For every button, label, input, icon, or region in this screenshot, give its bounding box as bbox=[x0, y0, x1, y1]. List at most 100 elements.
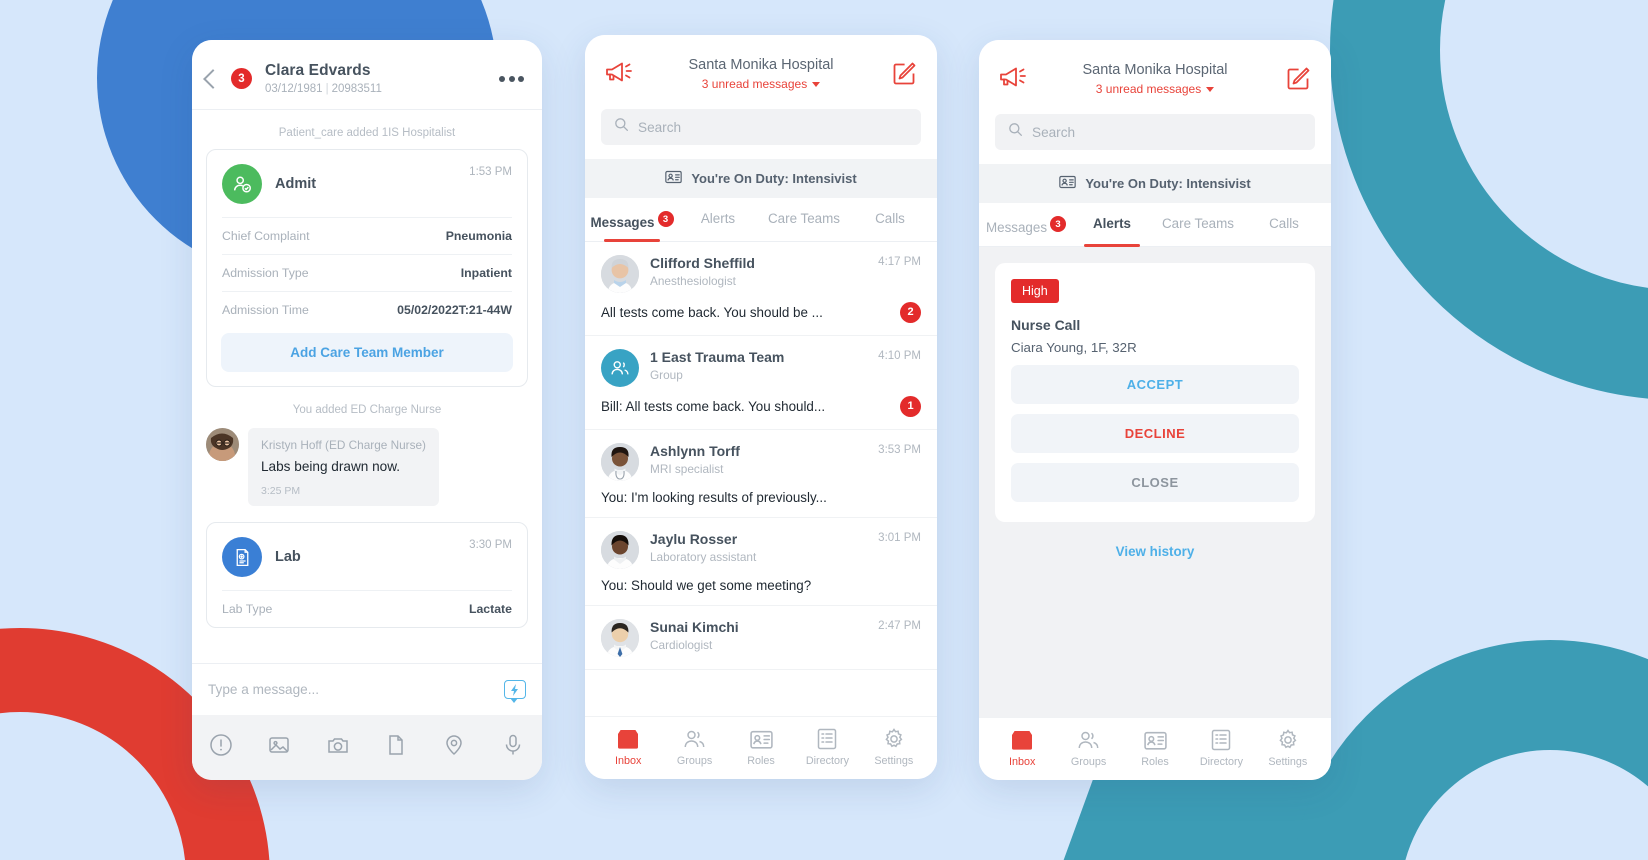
search-icon bbox=[1008, 122, 1023, 142]
on-duty-banner[interactable]: You're On Duty: Intensivist bbox=[979, 164, 1331, 203]
nav-label: Directory bbox=[805, 755, 850, 767]
search-placeholder: Search bbox=[1032, 124, 1076, 140]
patient-meta: Clara Edvards 03/12/1981 | 20983511 bbox=[265, 62, 490, 95]
announcement-megaphone-icon[interactable] bbox=[997, 64, 1027, 97]
message-composer[interactable]: Type a message... bbox=[192, 663, 542, 715]
admit-row-admission-type: Admission Type Inpatient bbox=[222, 254, 512, 291]
microphone-icon[interactable] bbox=[501, 733, 525, 762]
list-item[interactable]: Clifford Sheffild Anesthesiologist 4:17 … bbox=[585, 242, 937, 336]
group-avatar-icon bbox=[601, 348, 639, 387]
unread-count-badge: 1 bbox=[900, 395, 921, 417]
contact-name: Ashlynn Torff bbox=[650, 442, 740, 459]
avatar bbox=[601, 442, 639, 481]
back-chevron-icon[interactable] bbox=[203, 68, 223, 89]
close-button[interactable]: CLOSE bbox=[1011, 462, 1299, 502]
more-options-icon[interactable] bbox=[499, 75, 524, 82]
nav-item-settings[interactable]: Settings bbox=[861, 727, 927, 767]
add-care-team-member-button[interactable]: Add Care Team Member bbox=[221, 333, 513, 372]
list-item[interactable]: Jaylu Rosser Laboratory assistant 3:01 P… bbox=[585, 518, 937, 606]
camera-icon[interactable] bbox=[326, 733, 350, 762]
nav-label: Groups bbox=[1070, 756, 1107, 768]
search-icon bbox=[614, 117, 629, 137]
compose-message-button[interactable] bbox=[1283, 64, 1313, 97]
tab-calls[interactable]: Calls bbox=[847, 198, 933, 241]
tab-care-teams[interactable]: Care Teams bbox=[761, 198, 847, 241]
message-time: 3:01 PM bbox=[878, 531, 921, 544]
directory-list-icon bbox=[1188, 728, 1254, 752]
nav-item-inbox[interactable]: Inbox bbox=[989, 728, 1055, 768]
tab-label: Messages bbox=[590, 214, 655, 230]
lab-card-title: Lab bbox=[275, 549, 301, 566]
announcement-megaphone-icon[interactable] bbox=[603, 59, 633, 92]
compose-message-button[interactable] bbox=[889, 59, 919, 92]
nav-item-directory[interactable]: Directory bbox=[794, 727, 860, 767]
document-icon[interactable] bbox=[384, 733, 408, 762]
row-key: Admission Time bbox=[222, 303, 309, 317]
unread-messages-label: 3 unread messages bbox=[1095, 82, 1202, 96]
alert-detail: Ciara Young, 1F, 32R bbox=[1011, 339, 1137, 355]
unread-messages-dropdown[interactable]: 3 unread messages bbox=[1095, 82, 1215, 96]
contact-name: Clifford Sheffild bbox=[650, 254, 755, 271]
search-input[interactable]: Search bbox=[601, 109, 921, 145]
avatar bbox=[601, 618, 639, 657]
on-duty-label: You're On Duty: Intensivist bbox=[691, 171, 857, 186]
tab-alerts[interactable]: Alerts bbox=[675, 198, 761, 241]
row-value: Inpatient bbox=[460, 266, 512, 280]
groups-icon bbox=[661, 727, 727, 751]
nav-item-settings[interactable]: Settings bbox=[1255, 728, 1321, 768]
nav-item-groups[interactable]: Groups bbox=[1055, 728, 1121, 768]
tab-messages[interactable]: Messages 3 bbox=[983, 203, 1069, 246]
unread-messages-dropdown[interactable]: 3 unread messages bbox=[702, 77, 821, 91]
nav-item-inbox[interactable]: Inbox bbox=[595, 727, 661, 767]
list-item-header: Sunai Kimchi Cardiologist 2:47 PM bbox=[601, 618, 921, 657]
nav-item-directory[interactable]: Directory bbox=[1188, 728, 1254, 768]
nav-label: Settings bbox=[1268, 756, 1308, 768]
alert-circle-icon[interactable] bbox=[209, 733, 233, 762]
row-key: Lab Type bbox=[222, 602, 273, 617]
image-icon[interactable] bbox=[267, 733, 291, 762]
message-time: 4:10 PM bbox=[878, 349, 921, 362]
groups-icon bbox=[1055, 728, 1121, 752]
message-input[interactable]: Type a message... bbox=[208, 682, 496, 697]
admit-card-header: Admit 1:53 PM bbox=[222, 164, 512, 217]
nav-item-roles[interactable]: Roles bbox=[728, 727, 794, 767]
patient-dob: 03/12/1981 bbox=[265, 83, 323, 95]
accept-button[interactable]: ACCEPT bbox=[1011, 364, 1299, 404]
avatar bbox=[601, 530, 639, 569]
lab-card-time: 3:30 PM bbox=[469, 539, 512, 552]
nav-label: Groups bbox=[676, 755, 713, 767]
admit-row-admission-time: Admission Time 05/02/2022T:21-44W bbox=[222, 291, 512, 328]
on-duty-banner[interactable]: You're On Duty: Intensivist bbox=[585, 159, 937, 198]
alert-title: Nurse Call bbox=[1011, 316, 1081, 333]
list-item[interactable]: Sunai Kimchi Cardiologist 2:47 PM bbox=[585, 606, 937, 670]
quick-reply-icon[interactable] bbox=[504, 680, 526, 703]
patient-chat-screen: 3 Clara Edvards 03/12/1981 | 20983511 Pati… bbox=[192, 40, 542, 780]
view-history-link[interactable]: View history bbox=[995, 522, 1315, 581]
list-item-preview: You: Should we get some meeting? bbox=[601, 578, 921, 593]
location-pin-icon[interactable] bbox=[442, 733, 466, 762]
contact-role: Laboratory assistant bbox=[650, 549, 757, 564]
tab-care-teams[interactable]: Care Teams bbox=[1155, 203, 1241, 246]
nav-item-groups[interactable]: Groups bbox=[661, 727, 727, 767]
list-item[interactable]: 1 East Trauma Team Group 4:10 PM Bill: A… bbox=[585, 336, 937, 430]
nav-item-roles[interactable]: Roles bbox=[1122, 728, 1188, 768]
decline-button[interactable]: DECLINE bbox=[1011, 413, 1299, 453]
message-preview: All tests come back. You should be ... bbox=[601, 304, 823, 320]
avatar bbox=[206, 428, 239, 461]
alerts-tabs: Messages 3 Alerts Care Teams Calls bbox=[979, 203, 1331, 247]
alert-card: High Nurse Call Ciara Young, 1F, 32R ACC… bbox=[995, 262, 1315, 522]
patient-mrn: 20983511 bbox=[331, 83, 382, 95]
contact-name: Jaylu Rosser bbox=[650, 530, 738, 547]
chat-header: 3 Clara Edvards 03/12/1981 | 20983511 bbox=[192, 40, 542, 110]
system-note: Patient_care added 1IS Hospitalist bbox=[278, 127, 456, 139]
row-value: 05/02/2022T:21-44W bbox=[397, 303, 512, 317]
alerts-header: Santa Monika Hospital 3 unread messages bbox=[979, 40, 1331, 108]
admit-person-icon bbox=[222, 164, 262, 204]
message-preview: You: Should we get some meeting? bbox=[601, 577, 812, 593]
tab-calls[interactable]: Calls bbox=[1241, 203, 1327, 246]
tab-messages[interactable]: Messages 3 bbox=[589, 198, 675, 242]
list-item[interactable]: Ashlynn Torff MRI specialist 3:53 PM You… bbox=[585, 430, 937, 518]
tab-alerts[interactable]: Alerts bbox=[1069, 203, 1155, 247]
teal-arc-bottom-right bbox=[1290, 640, 1648, 860]
search-input[interactable]: Search bbox=[995, 114, 1315, 150]
